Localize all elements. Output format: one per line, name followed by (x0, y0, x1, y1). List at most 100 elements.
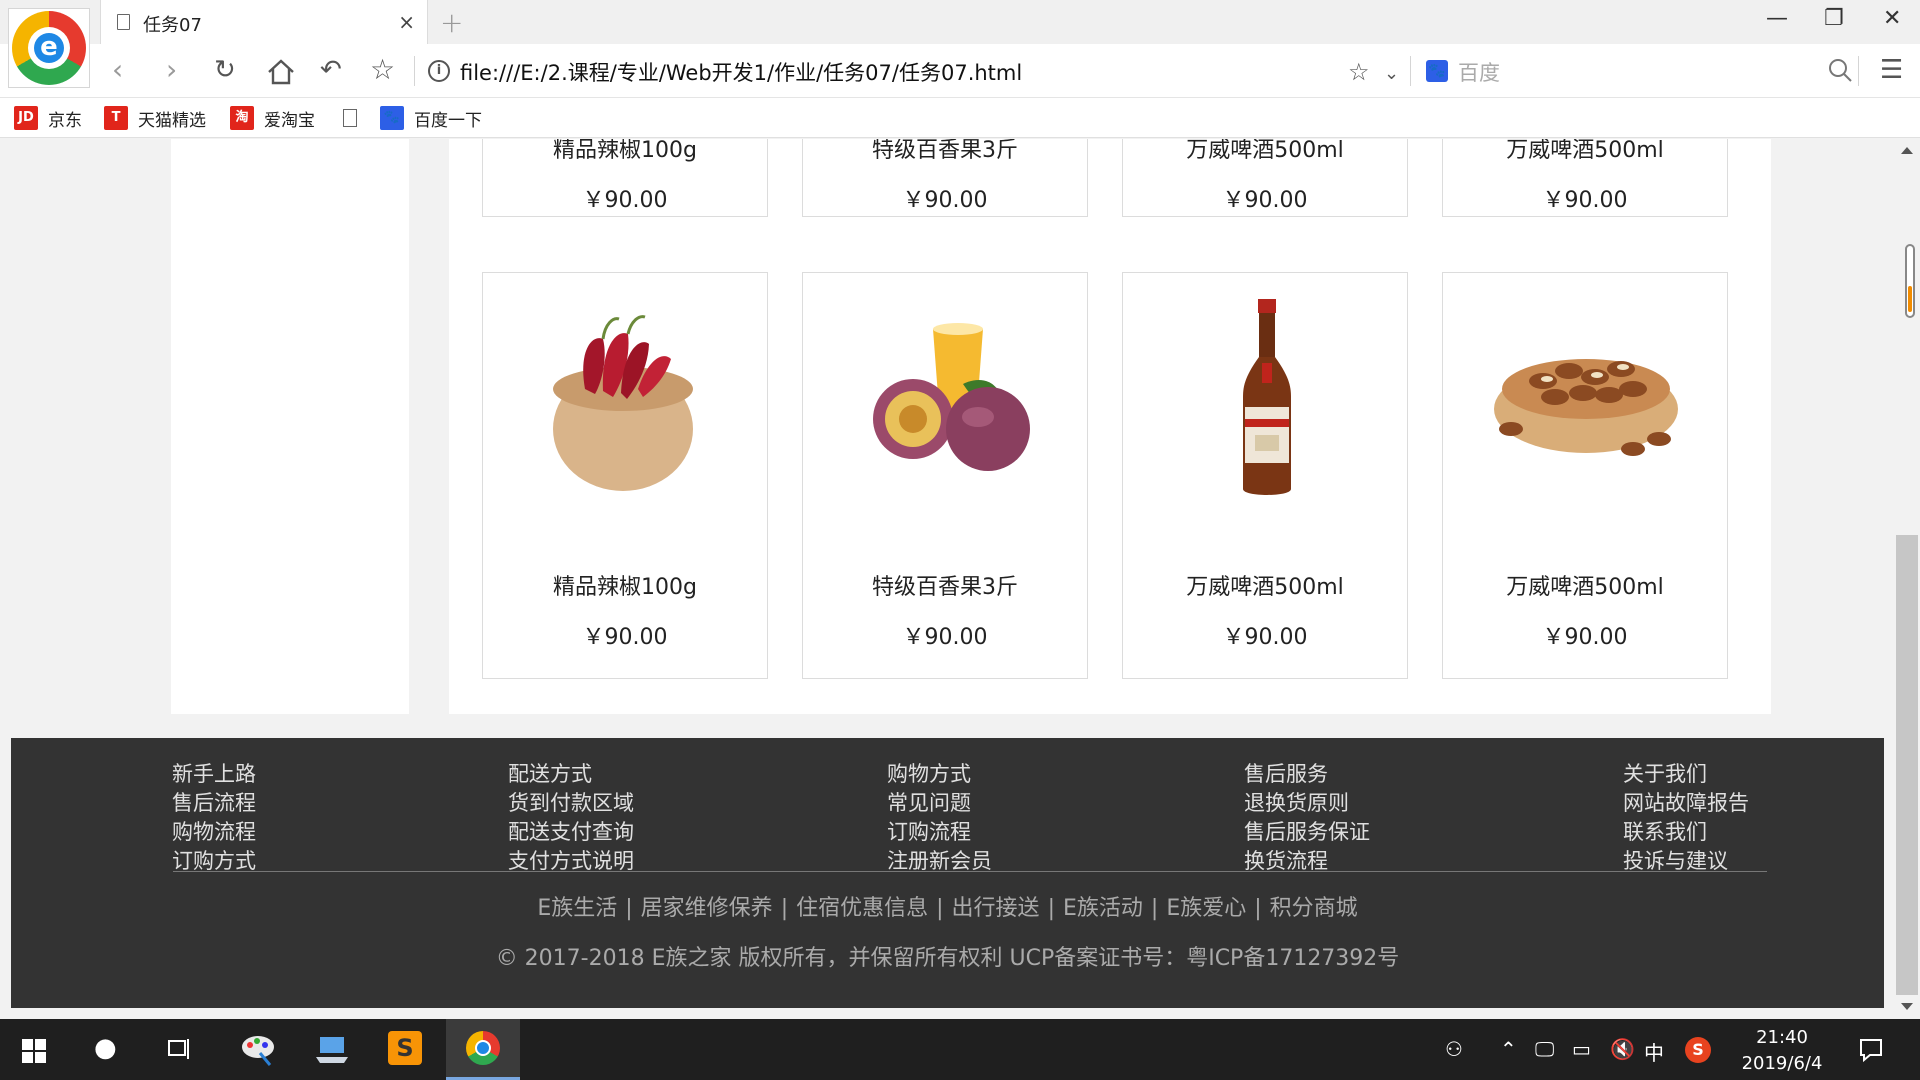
footer-link[interactable]: 售后服务 (1244, 760, 1370, 789)
show-hidden-icons-icon[interactable]: ⌃ (1500, 1037, 1517, 1061)
footer-link-row: E族生活 | 居家维修保养 | 住宿优惠信息 | 出行接送 | E族活动 | E族爱心 | 积分商城 (11, 890, 1884, 922)
footer-link[interactable]: 网站故障报告 (1623, 789, 1749, 818)
separator: | (1254, 896, 1262, 921)
chili-product-image[interactable] (523, 289, 729, 509)
product-card[interactable]: 万威啤酒500ml ￥90.00 (1122, 272, 1408, 679)
product-price: ￥90.00 (1542, 188, 1628, 213)
taskbar-app-laptop[interactable] (294, 1019, 368, 1080)
footer-link[interactable]: E族生活 (537, 896, 617, 921)
clock-date: 2019/6/4 (1741, 1053, 1823, 1074)
left-sidebar-panel (171, 139, 409, 714)
separator: | (1150, 896, 1159, 921)
search-icon[interactable] (1826, 56, 1854, 84)
address-bar[interactable]: file:///E:/2.课程/专业/Web开发1/作业/任务07/任务07.h… (460, 57, 1022, 87)
product-name[interactable]: 万威啤酒500ml (1123, 569, 1407, 601)
bookmark-star-icon[interactable]: ☆ (370, 54, 395, 86)
product-name: 精品辣椒100g (553, 139, 697, 163)
people-icon[interactable]: ⚇ (1445, 1037, 1463, 1061)
separator: | (936, 896, 944, 921)
close-window-button[interactable]: ✕ (1883, 6, 1901, 31)
product-price: ￥90.00 (1222, 625, 1308, 650)
taskbar-app-sublime[interactable]: S (368, 1019, 442, 1080)
footer-link[interactable]: 新手上路 (172, 760, 256, 789)
beer-bottle-product-image[interactable] (1163, 289, 1369, 509)
footer-link[interactable]: 售后服务保证 (1244, 818, 1370, 847)
system-clock[interactable]: 21:40 2019/6/4 (1732, 1025, 1832, 1077)
browser-tab[interactable]: 任务07 × (100, 0, 428, 44)
home-icon[interactable] (266, 58, 296, 86)
product-card[interactable]: 精品辣椒100g ￥90.00 (482, 272, 768, 679)
back-icon[interactable]: ‹ (112, 54, 123, 86)
volume-muted-icon[interactable]: 🔇 (1610, 1037, 1635, 1061)
bookmark-page[interactable] (343, 106, 357, 130)
input-method-indicator[interactable]: 中 (1644, 1037, 1664, 1066)
footer-link[interactable]: 货到付款区域 (508, 789, 634, 818)
site-info-icon[interactable]: i (428, 60, 450, 82)
reload-icon[interactable]: ↻ (214, 54, 236, 86)
sogou-input-icon[interactable]: S (1685, 1037, 1711, 1063)
footer-link[interactable]: 常见问题 (887, 789, 992, 818)
new-tab-button[interactable]: + (440, 6, 463, 39)
undo-icon[interactable]: ↶ (320, 54, 342, 86)
footer-link[interactable]: 配送方式 (508, 760, 634, 789)
product-card[interactable]: 特级百香果3斤 ￥90.00 (802, 139, 1088, 217)
taskbar-app-browser[interactable] (446, 1019, 520, 1080)
footer-link[interactable]: 住宿优惠信息 (796, 896, 928, 921)
product-card[interactable]: 万威啤酒500ml ￥90.00 (1442, 139, 1728, 217)
footer-link[interactable]: 联系我们 (1623, 818, 1749, 847)
product-name[interactable]: 精品辣椒100g (483, 569, 767, 601)
forward-icon[interactable]: › (166, 54, 177, 86)
footer-link[interactable]: 购物流程 (172, 818, 256, 847)
scroll-up-arrow-icon[interactable] (1901, 147, 1913, 154)
windows-taskbar: ● S ⚇ ⌃ 🖵 ▭ 🔇 中 S 21:40 2019/6/4 (0, 1019, 1920, 1080)
footer-link[interactable]: 关于我们 (1623, 760, 1749, 789)
footer-link[interactable]: 售后流程 (172, 789, 256, 818)
product-price: ￥90.00 (902, 625, 988, 650)
task-view-icon[interactable] (166, 1037, 192, 1061)
footer-link[interactable]: 居家维修保养 (641, 896, 773, 921)
footer-link[interactable]: E族爱心 (1166, 896, 1246, 921)
browser-logo-icon[interactable]: e (8, 8, 90, 88)
product-name[interactable]: 特级百香果3斤 (803, 569, 1087, 601)
separator: | (780, 896, 789, 921)
windows-start-icon[interactable] (22, 1039, 46, 1063)
page-viewport: 精品辣椒100g ￥90.00 特级百香果3斤 ￥90.00 万威啤酒500ml… (0, 139, 1894, 1019)
bookmark-tmall[interactable]: T 天猫精选 (104, 106, 206, 131)
footer-link[interactable]: 配送支付查询 (508, 818, 634, 847)
product-name: 万威啤酒500ml (1186, 139, 1344, 163)
product-name: 万威啤酒500ml (1506, 139, 1664, 163)
taskbar-app-paint[interactable] (220, 1019, 294, 1080)
favorite-star-icon[interactable]: ☆ (1348, 56, 1370, 88)
product-card[interactable]: 万威啤酒500ml ￥90.00 (1122, 139, 1408, 217)
tab-close-icon[interactable]: × (398, 10, 415, 34)
product-name[interactable]: 万威啤酒500ml (1443, 569, 1727, 601)
cortana-icon[interactable]: ● (94, 1033, 117, 1063)
bookmark-baidu[interactable]: 🐾 百度一下 (380, 106, 482, 131)
footer-link[interactable]: 积分商城 (1270, 896, 1358, 921)
action-center-icon[interactable] (1858, 1037, 1884, 1063)
bookmark-aitaobao[interactable]: 淘 爱淘宝 (230, 106, 315, 131)
product-price: ￥90.00 (582, 188, 668, 213)
passion-fruit-product-image[interactable] (843, 289, 1049, 509)
network-icon[interactable]: 🖵 (1535, 1037, 1554, 1061)
minimize-button[interactable]: — (1766, 6, 1788, 31)
product-card[interactable]: 精品辣椒100g ￥90.00 (482, 139, 768, 217)
footer-link[interactable]: 出行接送 (952, 896, 1040, 921)
footer-link[interactable]: 退换货原则 (1244, 789, 1370, 818)
product-card[interactable]: 万威啤酒500ml ￥90.00 (1442, 272, 1728, 679)
chevron-down-icon[interactable]: ⌄ (1384, 58, 1399, 90)
scroll-down-arrow-icon[interactable] (1901, 1003, 1913, 1010)
footer-link[interactable]: 购物方式 (887, 760, 992, 789)
menu-icon[interactable]: ☰ (1880, 54, 1903, 86)
search-input[interactable]: 百度 (1458, 57, 1500, 87)
battery-icon[interactable]: ▭ (1572, 1037, 1591, 1061)
pine-nuts-product-image[interactable] (1483, 289, 1689, 509)
restore-button[interactable]: ❐ (1824, 6, 1844, 31)
product-card[interactable]: 特级百香果3斤 ￥90.00 (802, 272, 1088, 679)
jd-icon: JD (14, 106, 38, 130)
footer-link[interactable]: 订购流程 (887, 818, 992, 847)
scrollbar-thumb[interactable] (1896, 535, 1918, 995)
copyright-text: © 2017-2018 E族之家 版权所有，并保留所有权利 UCP备案证书号：粤… (495, 946, 1400, 971)
bookmark-jd[interactable]: JD 京东 (14, 106, 82, 131)
footer-link[interactable]: E族活动 (1063, 896, 1143, 921)
